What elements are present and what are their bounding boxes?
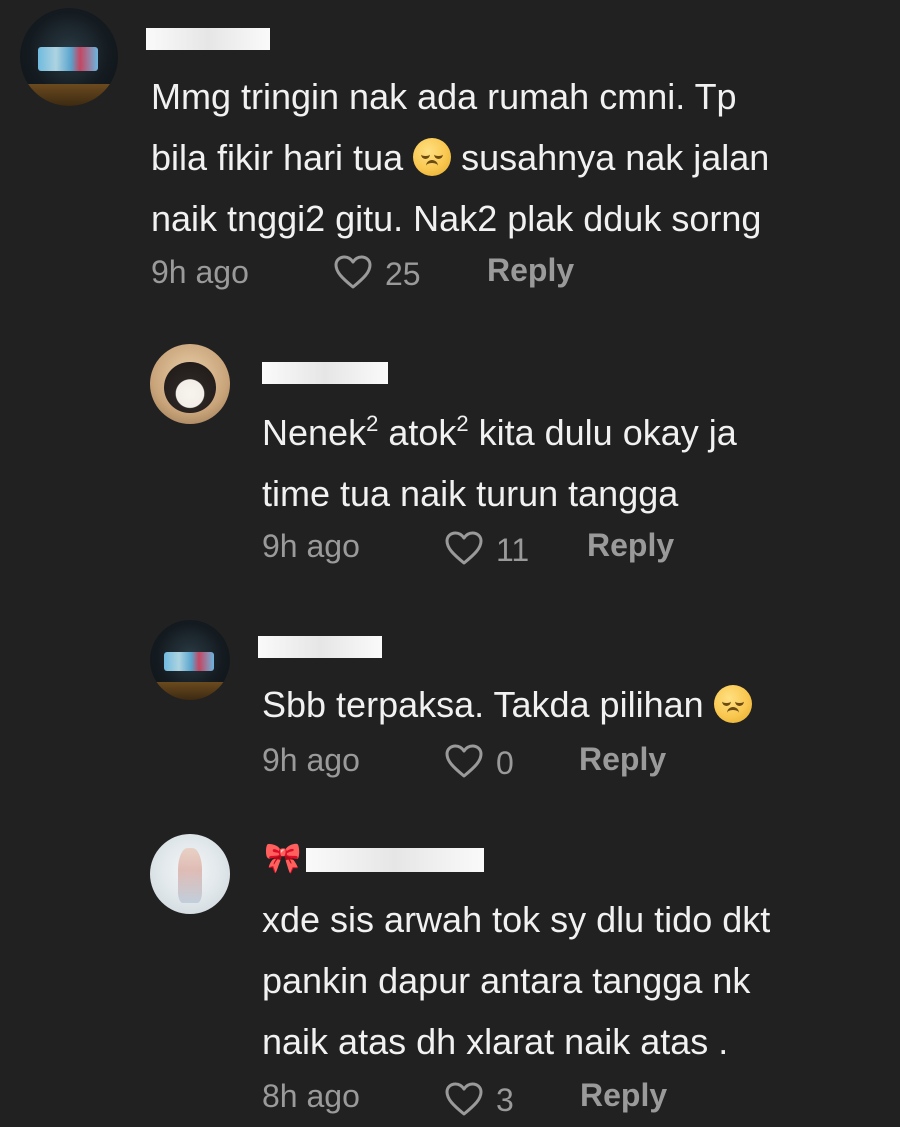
comment-text-line-1: Mmg tringin nak ada rumah cmni. Tp <box>151 76 737 117</box>
text-part: atok <box>378 412 457 453</box>
comment-text-part: bila fikir hari tua <box>151 137 414 178</box>
superscript: 2 <box>456 411 469 436</box>
heart-icon[interactable] <box>444 530 484 566</box>
timestamp: 8h ago <box>262 1078 360 1114</box>
city-night-avatar[interactable] <box>150 620 230 700</box>
text-part: kita dulu okay ja <box>468 412 737 453</box>
superscript: 2 <box>366 411 379 436</box>
comment-text-line-2: pankin dapur antara tangga nk <box>262 960 751 1001</box>
avatar-lights <box>164 652 214 672</box>
avatar-lights <box>37 47 99 71</box>
heart-icon[interactable] <box>444 1081 484 1117</box>
username-blur <box>262 362 388 384</box>
like-count: 11 <box>496 532 530 568</box>
comment-text-line-3: naik atas dh xlarat naik atas . <box>262 1021 729 1062</box>
comment-text-line-1: Nenek2 atok2 kita dulu okay ja <box>262 402 737 463</box>
avatar-ground <box>150 682 230 700</box>
text-part: Nenek <box>262 412 367 453</box>
cat-avatar[interactable] <box>150 344 230 424</box>
like-count: 0 <box>496 745 514 781</box>
heart-icon[interactable] <box>444 743 484 779</box>
timestamp: 9h ago <box>262 742 360 778</box>
like-count: 25 <box>385 256 421 292</box>
comment-text-line-1: xde sis arwah tok sy dlu tido dkt <box>262 899 771 940</box>
comment-1: Mmg tringin nak ada rumah cmni. Tp bila … <box>0 0 900 300</box>
comment-text-line-1: Sbb terpaksa. Takda pilihan <box>262 674 752 735</box>
girl-avatar[interactable] <box>150 834 230 914</box>
comment-text-line-3: naik tnggi2 gitu. Nak2 plak dduk sorng <box>151 198 762 239</box>
username-redacted[interactable] <box>262 362 388 384</box>
ribbon-bow-icon: 🎀 <box>264 842 302 875</box>
heart-icon[interactable] <box>333 254 373 290</box>
reply-button[interactable]: Reply <box>579 739 666 779</box>
username-redacted[interactable] <box>306 848 484 872</box>
cat-face <box>164 361 216 413</box>
timestamp: 9h ago <box>262 528 360 564</box>
city-night-avatar[interactable] <box>20 8 118 106</box>
username-redacted[interactable] <box>258 636 382 658</box>
pensive-emoji-icon <box>413 138 452 176</box>
reply-button[interactable]: Reply <box>587 525 674 565</box>
username-blur <box>146 28 270 50</box>
pensive-emoji-icon <box>713 685 752 723</box>
avatar-figure <box>178 848 202 903</box>
comment-text-line-2: time tua naik turun tangga <box>262 473 679 514</box>
username-redacted[interactable] <box>146 28 270 50</box>
comment-text-line-2: bila fikir hari tua susahnya nak jalan <box>151 127 769 188</box>
timestamp: 9h ago <box>151 254 249 290</box>
reply-button[interactable]: Reply <box>487 250 574 290</box>
reply-button[interactable]: Reply <box>580 1075 667 1115</box>
username-blur <box>258 636 382 658</box>
like-count: 3 <box>496 1082 514 1118</box>
text-part: Sbb terpaksa. Takda pilihan <box>262 684 714 725</box>
username-blur <box>306 848 484 872</box>
comment-text-part: susahnya nak jalan <box>451 137 770 178</box>
avatar-ground <box>20 84 118 106</box>
